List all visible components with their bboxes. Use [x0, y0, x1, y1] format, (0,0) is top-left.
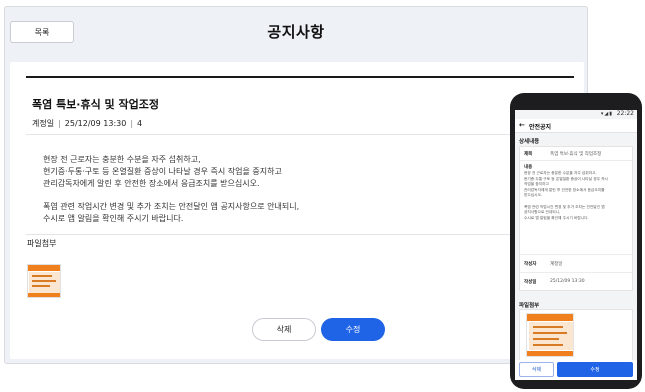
- notice-views: 4: [137, 119, 143, 128]
- date-key: 작성일: [524, 280, 537, 285]
- author-value: 계정일: [550, 262, 563, 267]
- page-title: 공지사항: [267, 23, 325, 41]
- phone-action-bar: 삭제 수정: [515, 360, 637, 380]
- phone-delete-button[interactable]: 삭제: [519, 362, 554, 377]
- desktop-window: 목록 공지사항 폭염 특보·휴식 및 작업조정 계정일 | 25/12/09 13:…: [4, 6, 588, 364]
- detail-card: 제목 폭염 특보·휴식 및 작업조정 내용 현장 전 근로자는 충분한 수분을 …: [519, 146, 633, 291]
- subject-key: 제목: [524, 152, 533, 157]
- attachment-label: 파일첨부: [27, 239, 57, 248]
- attachment-thumbnail[interactable]: [526, 313, 574, 357]
- body-line: 수시로 앱 알림을 확인해 주시기 바랍니다.: [43, 214, 184, 223]
- body-line: 관리감독자에게 알린 후 안전한 장소에서 응급조치를 받으십시오.: [43, 179, 260, 188]
- notice-title: 폭염 특보·휴식 및 작업조정: [32, 98, 159, 111]
- meta-separator: |: [58, 119, 61, 128]
- phone-mockup: ▾◢▮ 22:22 ← 안전공지 상세내용 제목 폭염 특보·휴식 및 작업조정…: [510, 93, 642, 389]
- subject-row: 제목 폭염 특보·휴식 및 작업조정: [520, 147, 632, 161]
- date-row: 작성일 25/12/09 13:30: [520, 273, 632, 291]
- notice-body: 현장 전 근로자는 충분한 수분을 자주 섭취하고, 현기증·두통·구토 등 온…: [43, 154, 299, 225]
- notice-meta: 계정일 | 25/12/09 13:30 | 4: [32, 118, 142, 129]
- author-row: 작성자 계정일: [520, 255, 632, 273]
- delete-button[interactable]: 삭제: [252, 318, 316, 341]
- meta-separator: |: [130, 119, 134, 128]
- status-time: 22:22: [616, 110, 634, 117]
- body-line: 현장 전 근로자는 충분한 수분을 자주 섭취하고,: [43, 155, 201, 164]
- content-text: 현장 전 근로자는 충분한 수분을 자주 섭취하고, 현기증·두통·구토 등 온…: [524, 171, 608, 221]
- back-arrow-icon[interactable]: ←: [519, 121, 525, 129]
- status-icons: ▾◢▮: [600, 111, 613, 117]
- status-bar: ▾◢▮ 22:22: [515, 110, 637, 119]
- author-key: 작성자: [524, 262, 537, 267]
- phone-screen: ▾◢▮ 22:22 ← 안전공지 상세내용 제목 폭염 특보·휴식 및 작업조정…: [515, 110, 637, 380]
- attachment-thumbnail[interactable]: [27, 264, 61, 298]
- app-bar: ← 안전공지: [515, 119, 637, 133]
- attachment-section-header: 파일첨부: [519, 303, 540, 309]
- attachment-card: [519, 309, 633, 361]
- detail-section-header: 상세내용: [519, 139, 540, 145]
- app-title: 안전공지: [529, 124, 552, 131]
- edit-button[interactable]: 수정: [321, 318, 385, 341]
- subject-value: 폭염 특보·휴식 및 작업조정: [550, 152, 602, 157]
- notice-date: 25/12/09 13:30: [64, 119, 127, 128]
- phone-edit-button[interactable]: 수정: [557, 362, 633, 377]
- composite-screenshot: 목록 공지사항 폭염 특보·휴식 및 작업조정 계정일 | 25/12/09 13:…: [0, 0, 645, 392]
- top-divider: [26, 76, 574, 78]
- notice-detail-card: 폭염 특보·휴식 및 작업조정 계정일 | 25/12/09 13:30 | 4 현장 …: [10, 62, 584, 359]
- content-line: 현장 전 근로자는 충분한 수분을 자주 섭취하고,: [524, 171, 597, 175]
- date-value: 25/12/09 13:30: [550, 279, 585, 284]
- meta-divider: [26, 134, 574, 135]
- body-line: 현기증·두통·구토 등 온열질환 증상이 나타날 경우 즉시 작업을 중지하고: [43, 167, 282, 176]
- content-line: 수시로 앱 알림을 확인해 주시기 바랍니다.: [524, 215, 589, 220]
- notice-author: 계정일: [32, 119, 55, 128]
- content-key: 내용: [524, 165, 533, 170]
- attachment-divider: [26, 234, 574, 235]
- body-line: 폭염 관련 작업시간 변경 및 추가 조치는 안전달인 앱 공지사항으로 안내되…: [43, 202, 300, 211]
- page-header: 목록 공지사항: [5, 7, 587, 62]
- content-row: 내용 현장 전 근로자는 충분한 수분을 자주 섭취하고, 현기증·두통·구토 …: [520, 161, 632, 255]
